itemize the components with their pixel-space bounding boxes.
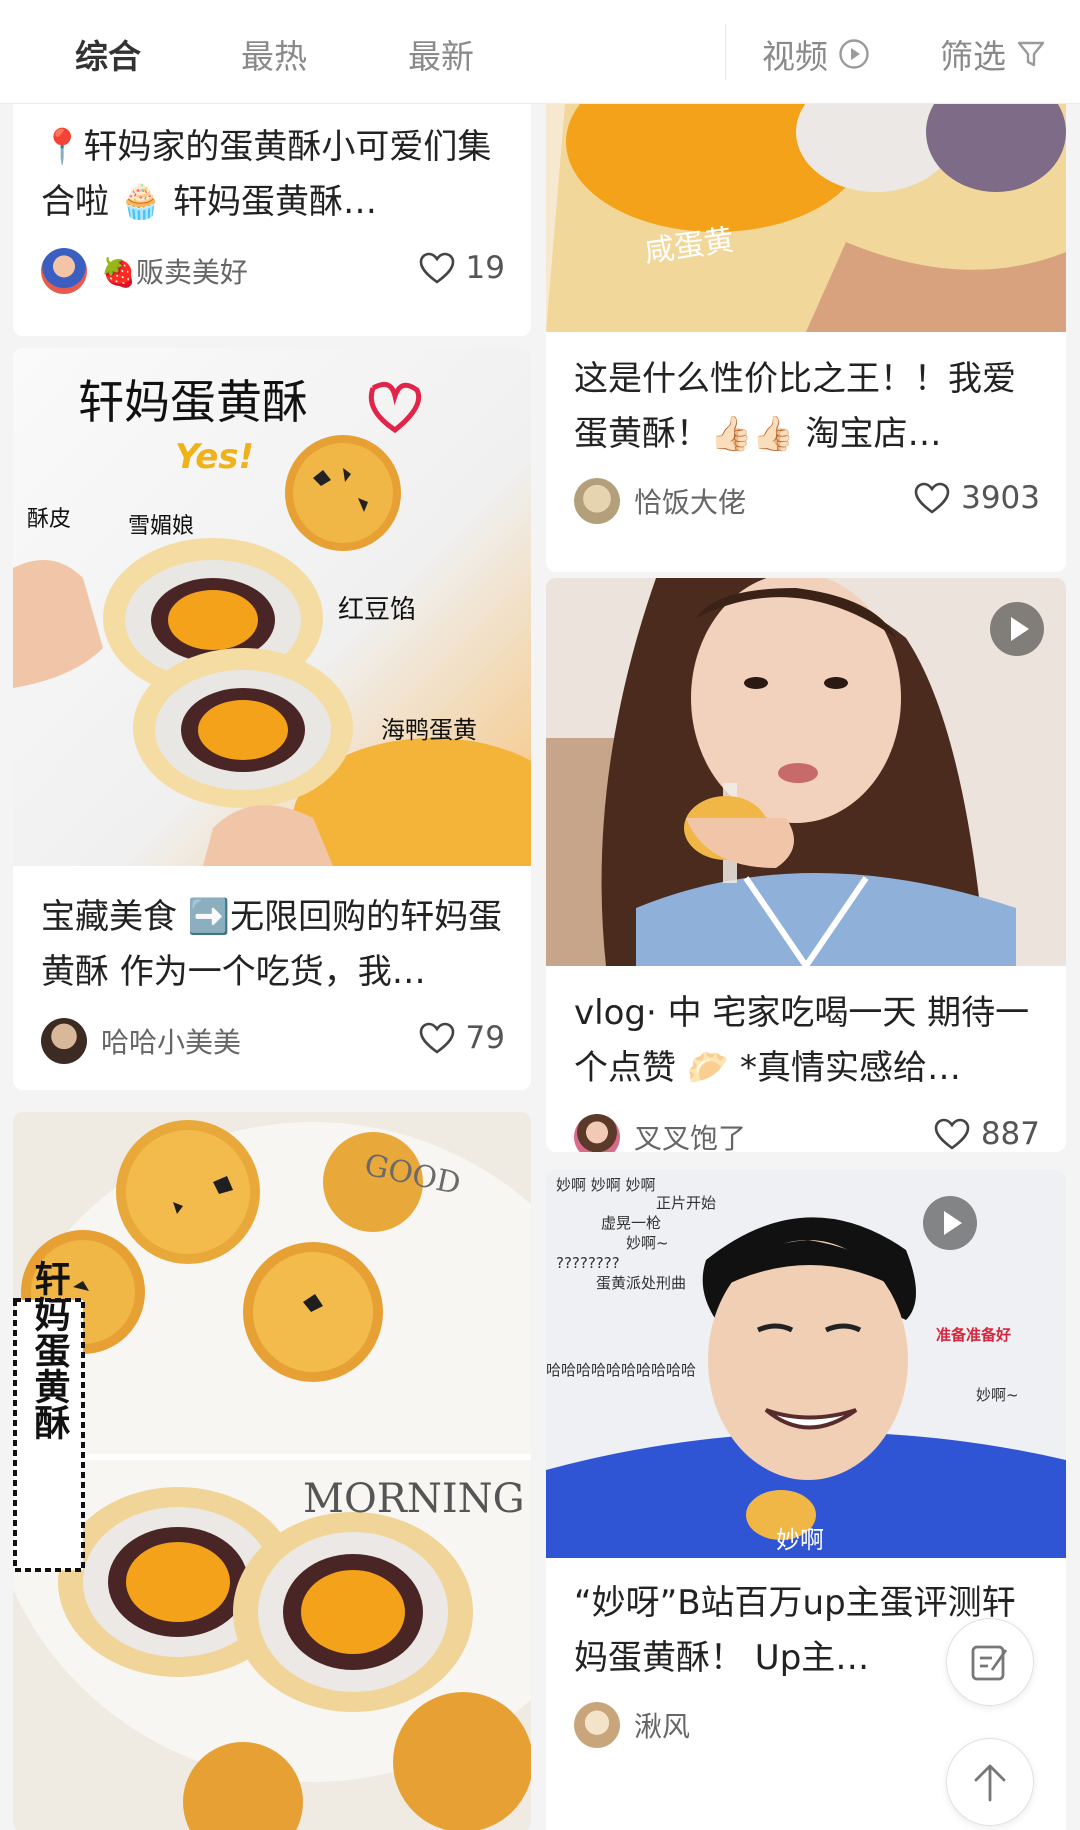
pastry-closeup: 咸蛋黄 [546, 104, 1066, 332]
like-count: 3903 [961, 480, 1040, 516]
like-button[interactable]: 887 [933, 1116, 1040, 1152]
like-button[interactable]: 79 [418, 1020, 505, 1056]
avatar [574, 478, 620, 524]
post-author[interactable]: 叉叉饱了 [574, 1114, 746, 1152]
tab-divider [725, 24, 726, 80]
post-card[interactable]: 📍轩妈家的蛋黄酥小可爱们集合啦 🧁 轩妈蛋黄酥… 🍓贩卖美好 19 [13, 104, 531, 336]
video-label: 视频 [762, 37, 828, 76]
like-count: 887 [980, 1116, 1040, 1152]
like-button[interactable]: 19 [418, 250, 505, 286]
post-image: 妙啊 妙啊 妙啊 正片开始 虚晃一枪 妙啊~ ???????? 蛋黄派处刑曲 哈… [546, 1170, 1066, 1558]
filter-icon [1017, 41, 1045, 67]
heart-icon [934, 1118, 970, 1150]
post-title: 宝藏美食 ➡️无限回购的轩妈蛋黄酥 作为一个吃货，我… [41, 897, 503, 992]
arrow-up-icon [974, 1764, 1006, 1802]
post-card[interactable]: 轩妈蛋黄酥 Yes! 酥皮 雪媚娘 红豆馅 海鸭蛋黄 宝藏美食 ➡️无限回购的轩… [13, 348, 531, 1090]
post-title: 这是什么性价比之王！！我爱蛋黄酥！👍🏻👍🏻 淘宝店… [574, 359, 1016, 454]
post-image [546, 578, 1066, 966]
heart-icon [419, 1022, 454, 1054]
filter-label: 筛选 [940, 37, 1006, 76]
post-author[interactable]: 恰饭大佬 [574, 478, 746, 524]
play-icon[interactable] [990, 602, 1044, 656]
heart-icon [419, 252, 454, 284]
video-filter-button[interactable]: 视频 [762, 30, 870, 78]
bilibili-video-frame: 妙啊 妙啊 妙啊 正片开始 虚晃一枪 妙啊~ ???????? 蛋黄派处刑曲 哈… [546, 1170, 1066, 1558]
post-card[interactable]: 妙啊 妙啊 妙啊 正片开始 虚晃一枪 妙啊~ ???????? 蛋黄派处刑曲 哈… [546, 1170, 1066, 1830]
post-author[interactable]: 🍓贩卖美好 [41, 248, 248, 294]
image-annotation: 红豆馅 [338, 595, 416, 625]
avatar [41, 248, 87, 294]
danmaku-text: 妙啊 妙啊 妙啊 [556, 1176, 656, 1194]
vlog-photo [546, 578, 1066, 966]
heart-icon [914, 482, 950, 514]
danmaku-text: 妙啊~ [976, 1386, 1019, 1404]
filter-button[interactable]: 筛选 [940, 30, 1046, 78]
avatar [574, 1114, 620, 1152]
feed: 📍轩妈家的蛋黄酥小可爱们集合啦 🧁 轩妈蛋黄酥… 🍓贩卖美好 19 轩妈蛋黄酥 … [0, 104, 1080, 1830]
post-card[interactable]: 轩妈蛋黄酥 GOOD MORNING [13, 1112, 531, 1830]
pastry-illustration: 轩妈蛋黄酥 Yes! 酥皮 雪媚娘 红豆馅 海鸭蛋黄 [13, 375, 531, 866]
danmaku-text: 正片开始 [656, 1194, 716, 1212]
danmaku-text: 虚晃一枪 [601, 1214, 661, 1232]
post-card[interactable]: vlog· 中 宅家吃喝一天 期待一个点赞 🥟 *真情实感给… 叉叉饱了 887 [546, 578, 1066, 1152]
post-card[interactable]: 咸蛋黄 这是什么性价比之王！！我爱蛋黄酥！👍🏻👍🏻 淘宝店… 恰饭大佬 3903 [546, 104, 1066, 572]
edit-note-icon [971, 1645, 1008, 1681]
image-yes: Yes! [175, 437, 254, 477]
like-count: 19 [465, 250, 505, 286]
tab-hottest[interactable]: 最热 [241, 30, 307, 78]
post-image: 轩妈蛋黄酥 GOOD MORNING [13, 1112, 531, 1830]
tab-comprehensive[interactable]: 综合 [75, 30, 141, 78]
author-name: 湫风 [634, 1710, 691, 1743]
post-image: 咸蛋黄 [546, 104, 1066, 332]
video-caption: 妙啊 [776, 1526, 824, 1554]
pastry-photo: 轩妈蛋黄酥 GOOD MORNING [13, 1120, 531, 1830]
image-annotation: 酥皮 [27, 507, 71, 532]
tab-newest[interactable]: 最新 [408, 30, 474, 78]
back-to-top-button[interactable] [946, 1738, 1034, 1826]
avatar [574, 1702, 620, 1748]
author-name: 叉叉饱了 [634, 1122, 747, 1152]
image-headline: 轩妈蛋黄酥 [78, 375, 308, 429]
image-morning-text: MORNING [303, 1476, 525, 1522]
author-name: 恰饭大佬 [634, 486, 747, 519]
danmaku-text: 蛋黄派处刑曲 [596, 1274, 686, 1292]
danmaku-text: 妙啊~ [626, 1234, 669, 1252]
image-side-text: 轩妈蛋黄酥 [29, 1260, 71, 1440]
play-circle-icon [839, 39, 869, 69]
post-title: 📍轩妈家的蛋黄酥小可爱们集合啦 🧁 轩妈蛋黄酥… [41, 127, 492, 222]
compose-button[interactable] [946, 1618, 1034, 1706]
avatar [41, 1018, 87, 1064]
like-count: 79 [465, 1020, 505, 1056]
danmaku-text: 哈哈哈哈哈哈哈哈哈哈 [546, 1361, 696, 1379]
image-annotation: 海鸭蛋黄 [381, 716, 477, 744]
like-button[interactable]: 3903 [913, 480, 1040, 516]
post-author[interactable]: 湫风 [574, 1702, 690, 1748]
post-title: vlog· 中 宅家吃喝一天 期待一个点赞 🥟 *真情实感给… [574, 993, 1030, 1088]
danmaku-text: ???????? [556, 1254, 620, 1272]
post-author[interactable]: 哈哈小美美 [41, 1018, 241, 1064]
play-icon[interactable] [923, 1196, 977, 1250]
post-image: 轩妈蛋黄酥 Yes! 酥皮 雪媚娘 红豆馅 海鸭蛋黄 [13, 348, 531, 866]
author-name: 🍓贩卖美好 [101, 256, 248, 289]
top-tab-bar: 综合 最热 最新 视频 筛选 [0, 0, 1080, 104]
danmaku-text: 准备准备好 [936, 1326, 1011, 1344]
image-annotation: 雪媚娘 [128, 514, 194, 539]
author-name: 哈哈小美美 [101, 1026, 242, 1059]
